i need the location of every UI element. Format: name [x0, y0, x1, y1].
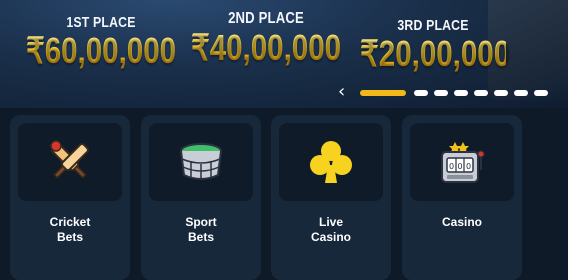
- icon-container: [18, 123, 122, 201]
- carousel-dot[interactable]: [414, 90, 428, 96]
- category-label: Casino: [402, 215, 522, 230]
- category-card-sport-bets[interactable]: Sport Bets: [141, 115, 261, 280]
- category-label-line: Bets: [187, 230, 214, 244]
- stadium-icon: [180, 143, 222, 180]
- icon-container: [279, 123, 383, 201]
- category-label-line: Sport: [185, 215, 217, 229]
- category-card-cricket-bets[interactable]: Cricket Bets: [10, 115, 130, 280]
- prize-place-label: 3RD PLACE: [397, 17, 469, 34]
- prize-first: 2ND PLACE ₹40,00,000: [166, 10, 366, 68]
- carousel-dot[interactable]: [454, 90, 468, 96]
- category-label-line: Cricket: [49, 215, 91, 229]
- category-card-casino[interactable]: 0 0 0 Casino: [402, 115, 522, 280]
- prize-amount: ₹60,00,000: [23, 31, 179, 71]
- icon-container: 0 0 0: [410, 123, 514, 201]
- carousel-dot[interactable]: [534, 90, 548, 96]
- svg-text:0: 0: [449, 162, 454, 171]
- svg-text:0: 0: [466, 162, 471, 171]
- carousel-dot[interactable]: [474, 90, 488, 96]
- category-card-live-casino[interactable]: Live Casino: [271, 115, 391, 280]
- category-label-line: Casino: [441, 215, 482, 229]
- svg-text:0: 0: [457, 162, 462, 171]
- carousel-dot-active[interactable]: [360, 90, 406, 96]
- club-suit-icon: [310, 141, 352, 183]
- carousel-dot[interactable]: [434, 90, 448, 96]
- prize-place-label: 2ND PLACE: [228, 10, 304, 27]
- category-label-line: Casino: [310, 230, 351, 244]
- category-label: Cricket Bets: [10, 215, 130, 245]
- chevron-left-icon[interactable]: ‹: [338, 83, 352, 101]
- category-label-line: Live: [318, 215, 343, 229]
- prize-amount: ₹20,00,000: [360, 33, 511, 74]
- category-label: Live Casino: [271, 215, 391, 245]
- category-label: Sport Bets: [141, 215, 261, 245]
- icon-container: [149, 123, 253, 201]
- prize-third: 3RD PLACE ₹20,00,000: [344, 17, 522, 74]
- prize-place-label: 1ST PLACE: [66, 14, 136, 31]
- prize-amount: ₹40,00,000: [184, 28, 348, 68]
- category-label-line: Bets: [56, 230, 83, 244]
- carousel-pagination: ‹: [338, 83, 568, 101]
- prize-banner: 1ST PLACE ₹60,00,000 2ND PLACE ₹40,00,00…: [0, 0, 568, 108]
- cricket-bat-ball-icon: [50, 140, 89, 179]
- carousel-dot[interactable]: [514, 90, 528, 96]
- slot-machine-icon: 0 0 0: [441, 142, 485, 183]
- carousel-dot[interactable]: [494, 90, 508, 96]
